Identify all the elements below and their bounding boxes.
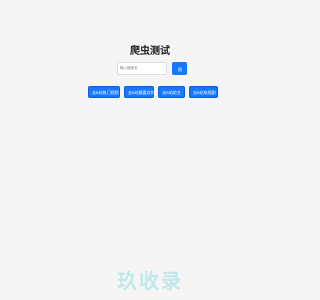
search-bar: 输入搜索关 搜索 — [117, 62, 187, 85]
actions-row: 去B站热门视频 去B站猜喜欢的 去B站综艺 去B站电视剧 — [88, 86, 218, 98]
search-button[interactable]: 搜索 — [172, 62, 187, 85]
bilibili-tv-series-button[interactable]: 去B站电视剧 — [189, 86, 218, 98]
page-title: 爬虫测试 — [130, 46, 170, 57]
search-input[interactable]: 输入搜索关 — [117, 62, 167, 75]
bilibili-recommendations-button[interactable]: 去B站猜喜欢的 — [124, 86, 155, 98]
watermark-logo: 玖收录 — [117, 269, 183, 293]
bilibili-hot-videos-button[interactable]: 去B站热门视频 — [88, 86, 120, 98]
bilibili-variety-button[interactable]: 去B站综艺 — [158, 86, 185, 98]
page: 爬虫测试 输入搜索关 搜索 去B站热门视频 去B站猜喜欢的 去B站综艺 去B站电… — [0, 0, 300, 300]
